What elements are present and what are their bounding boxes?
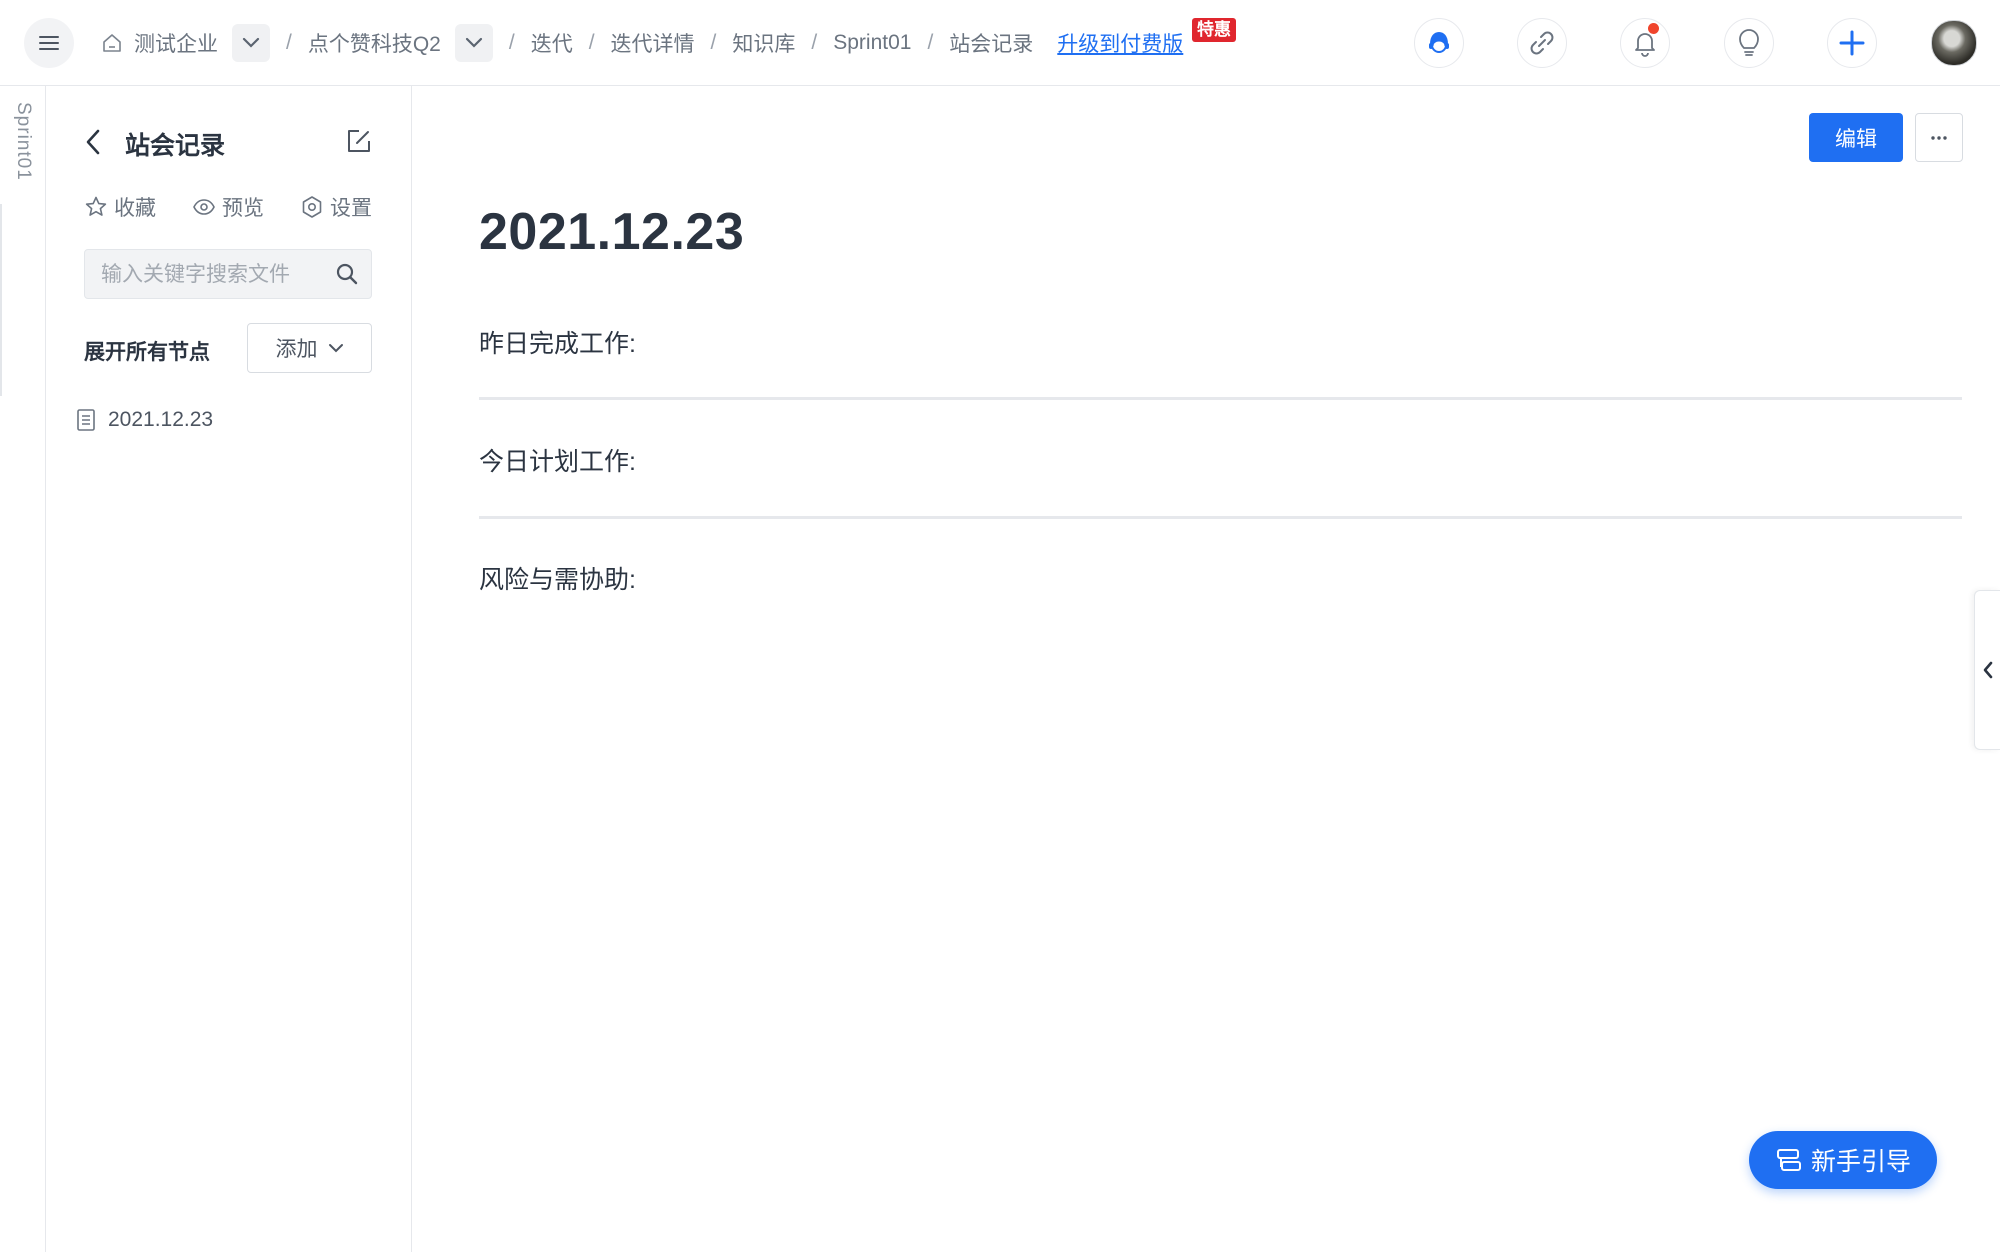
- expand-all-nodes-button[interactable]: 展开所有节点: [84, 336, 210, 366]
- tips-button[interactable]: [1724, 18, 1774, 68]
- sidebar-title: 站会记录: [125, 132, 226, 160]
- gear-icon: [300, 195, 330, 219]
- back-button[interactable]: [84, 128, 102, 156]
- link-icon: [1529, 30, 1555, 56]
- support-agent-icon: [1424, 28, 1454, 58]
- preview-button[interactable]: 预览: [192, 192, 264, 222]
- breadcrumb-project[interactable]: 点个赞科技Q2: [308, 28, 441, 58]
- beginner-guide-button[interactable]: 新手引导: [1749, 1131, 1937, 1189]
- favorite-button[interactable]: 收藏: [84, 192, 156, 222]
- promo-badge: 特惠: [1192, 18, 1236, 42]
- add-dropdown-button[interactable]: 添加: [247, 323, 372, 373]
- breadcrumb-item-iteration[interactable]: 迭代: [531, 28, 573, 58]
- breadcrumb-separator: /: [710, 31, 717, 54]
- breadcrumb-item-knowledge-base[interactable]: 知识库: [732, 28, 795, 58]
- breadcrumb-item-iteration-detail[interactable]: 迭代详情: [611, 28, 695, 58]
- rail-label[interactable]: Sprint01: [12, 102, 34, 181]
- document-title: 2021.12.23: [479, 203, 745, 261]
- chevron-down-icon: [465, 37, 483, 49]
- breadcrumb-item-current: 站会记录: [949, 33, 1034, 56]
- star-icon: [84, 195, 114, 219]
- more-button[interactable]: [1915, 113, 1963, 162]
- guide-icon: [1775, 1146, 1803, 1174]
- settings-label: 设置: [330, 197, 372, 220]
- breadcrumb-company-label: 测试企业: [134, 33, 218, 56]
- notifications-button[interactable]: [1620, 18, 1670, 68]
- breadcrumb-separator: /: [927, 31, 934, 54]
- section-yesterday-label: 昨日完成工作:: [479, 330, 636, 358]
- chevron-down-icon: [242, 37, 260, 49]
- upgrade-link[interactable]: 升级到付费版: [1057, 28, 1183, 58]
- search-box: [84, 249, 372, 300]
- link-button[interactable]: [1517, 18, 1567, 68]
- breadcrumb-item-sprint[interactable]: Sprint01: [833, 31, 911, 55]
- chevron-left-icon: [1982, 661, 1994, 679]
- sidebar: 站会记录 收藏 预览 设置 展开所有节点 添加: [46, 86, 412, 1252]
- breadcrumb-company[interactable]: 测试企业: [102, 28, 218, 58]
- eye-icon: [192, 197, 222, 217]
- plus-icon: [1839, 30, 1865, 56]
- top-bar: 测试企业 / 点个赞科技Q2 / 迭代 / 迭代详情 / 知识库 / Sprin…: [0, 0, 2000, 86]
- right-panel-toggle[interactable]: [1974, 590, 2000, 750]
- favorite-label: 收藏: [114, 197, 156, 220]
- tree-item[interactable]: 2021.12.23: [76, 408, 213, 432]
- beginner-guide-label: 新手引导: [1810, 1148, 1911, 1176]
- preview-label: 预览: [222, 197, 264, 220]
- section-divider: [479, 397, 1962, 400]
- menu-icon: [39, 35, 59, 51]
- document-view: 编辑 2021.12.23 昨日完成工作: 今日计划工作: 风险与需协助: 新手…: [412, 86, 2000, 1252]
- customer-service-button[interactable]: [1414, 18, 1464, 68]
- breadcrumb: 测试企业 / 点个赞科技Q2 / 迭代 / 迭代详情 / 知识库 / Sprin…: [102, 18, 1183, 68]
- home-icon: [102, 33, 122, 53]
- edit-icon: [346, 128, 372, 154]
- more-icon: [1930, 135, 1948, 141]
- lightbulb-icon: [1737, 28, 1761, 58]
- settings-button[interactable]: 设置: [300, 192, 372, 222]
- search-icon[interactable]: [335, 262, 359, 286]
- breadcrumb-separator: /: [508, 31, 515, 54]
- breadcrumb-separator: /: [286, 31, 292, 54]
- edit-button[interactable]: 编辑: [1809, 113, 1903, 162]
- section-divider: [479, 516, 1962, 519]
- rail-indicator: [0, 204, 2, 396]
- rename-button[interactable]: [346, 128, 372, 154]
- tree-item-label: 2021.12.23: [108, 408, 214, 431]
- create-button[interactable]: [1827, 18, 1877, 68]
- document-icon: [76, 408, 108, 432]
- chevron-left-icon: [84, 128, 102, 156]
- section-risks-label: 风险与需协助:: [479, 566, 636, 594]
- menu-button[interactable]: [24, 18, 74, 68]
- breadcrumb-separator: /: [811, 31, 818, 54]
- project-dropdown-button[interactable]: [454, 24, 493, 62]
- section-today-label: 今日计划工作:: [479, 448, 636, 476]
- chevron-down-icon: [328, 343, 344, 353]
- notification-dot: [1648, 23, 1659, 34]
- add-button-label: 添加: [275, 338, 318, 361]
- breadcrumb-separator: /: [588, 31, 595, 54]
- search-input[interactable]: [85, 250, 343, 300]
- avatar[interactable]: [1931, 20, 1977, 66]
- left-rail: Sprint01: [0, 86, 46, 1252]
- company-dropdown-button[interactable]: [232, 24, 270, 62]
